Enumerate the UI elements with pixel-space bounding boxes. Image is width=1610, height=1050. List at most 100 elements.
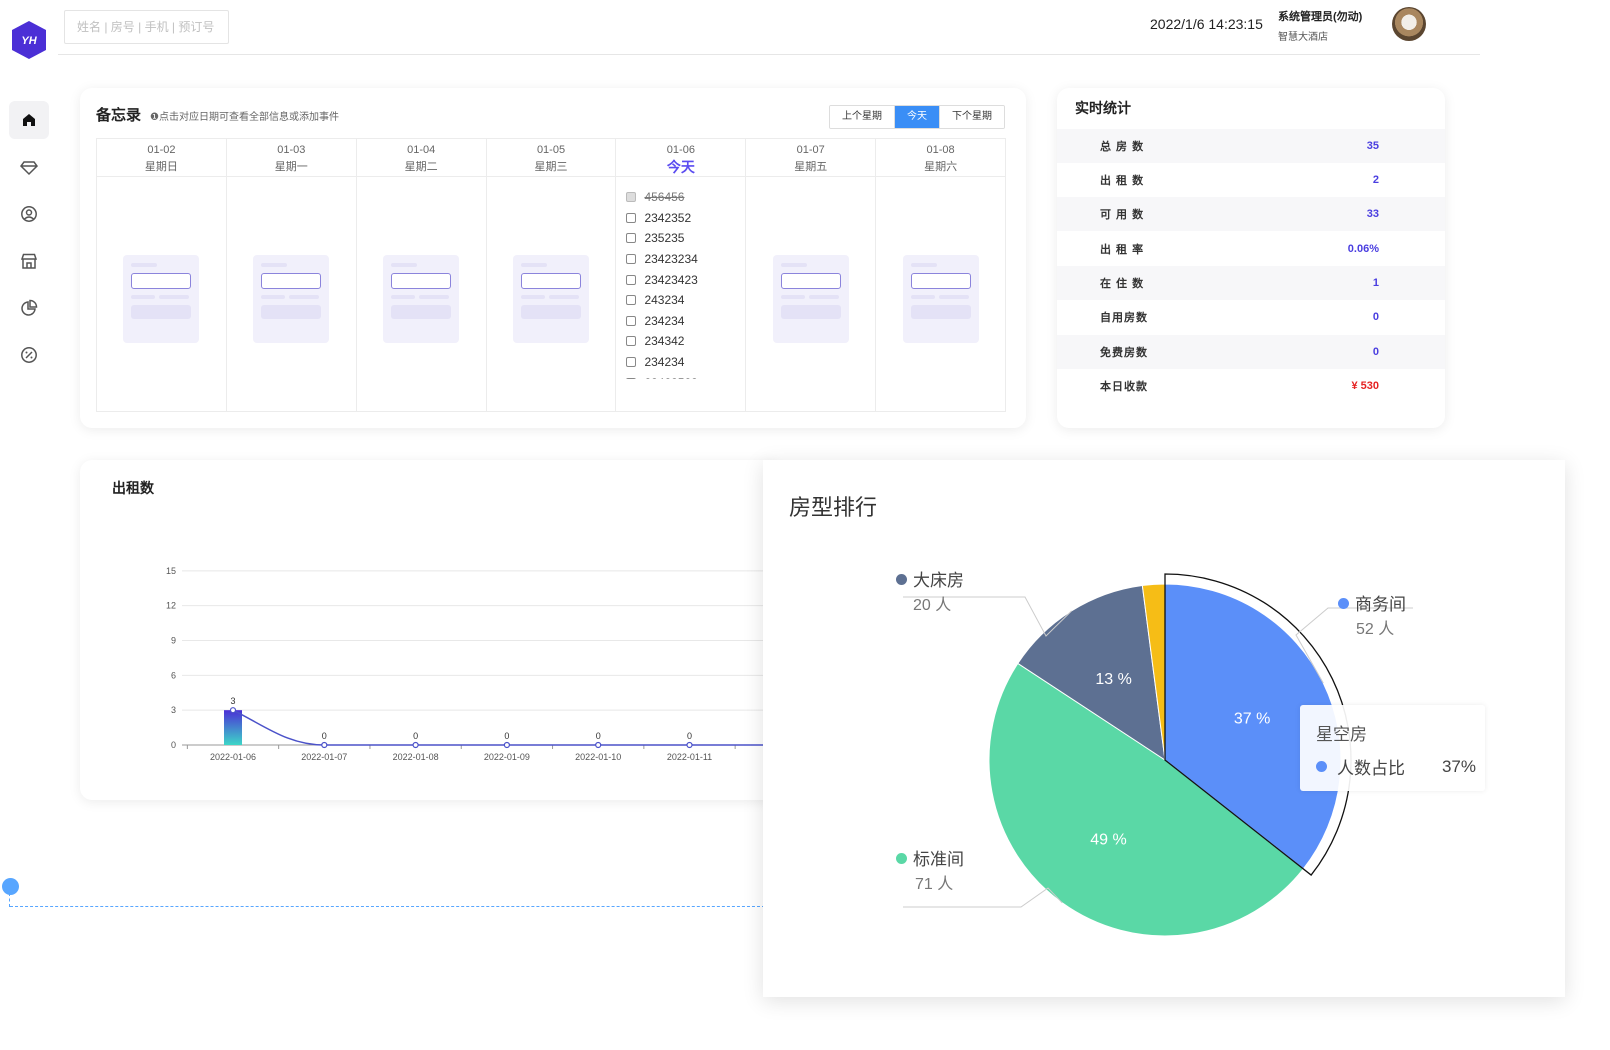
todo-checkbox[interactable]	[626, 336, 637, 347]
todo-item[interactable]: 243234	[626, 290, 741, 311]
stat-value: 1	[1372, 277, 1379, 290]
todo-checkbox[interactable]	[626, 315, 637, 326]
memo-day-column[interactable]: 01-03 星期一	[226, 139, 357, 411]
slice-count: 20 人	[913, 597, 952, 614]
memo-date: 01-05	[536, 144, 566, 156]
prev-week-button[interactable]: 上个星期	[830, 106, 895, 128]
y-tick-label: 9	[171, 636, 176, 646]
data-label: 0	[687, 731, 692, 741]
stat-label: 出 租 数	[1100, 175, 1145, 188]
todo-item[interactable]: 23423423	[626, 269, 741, 290]
connector-dot	[2, 878, 19, 895]
series-point	[321, 741, 328, 749]
x-tick-label: 2022-01-06	[210, 752, 256, 762]
bar	[224, 710, 242, 745]
memo-weekday: 星期三	[534, 161, 568, 173]
todo-text: 234234	[644, 355, 685, 370]
sidebar-item-discounts[interactable]	[9, 336, 49, 374]
memo-day-column-today[interactable]: 01-06 今天 456456 2342352 235235 23423234 2…	[616, 139, 747, 411]
todo-item[interactable]: 234234	[626, 352, 741, 373]
todo-list: 456456 2342352 235235 23423234 23423423 …	[626, 187, 741, 379]
today-button[interactable]: 今天	[895, 106, 940, 128]
todo-text: 456456	[644, 190, 685, 205]
series-point	[686, 741, 693, 749]
stat-value: 0	[1372, 346, 1379, 359]
data-label: 0	[413, 731, 418, 741]
empty-illustration	[383, 255, 460, 343]
stat-row: 出 租 率 0.06%	[1057, 232, 1445, 266]
x-tick-label: 2022-01-08	[393, 752, 439, 762]
todo-checkbox[interactable]	[626, 233, 637, 244]
memo-date: 01-03	[277, 144, 306, 156]
series-point	[412, 741, 419, 749]
y-tick-label: 12	[166, 601, 176, 611]
memo-date: 01-02	[147, 144, 176, 156]
diamond-icon	[20, 161, 38, 176]
store-icon	[20, 253, 38, 269]
todo-checkbox[interactable]	[626, 274, 637, 285]
slice-name: 大床房	[913, 571, 964, 590]
memo-day-column[interactable]: 01-02 星期日	[97, 139, 227, 411]
series-point	[595, 741, 602, 749]
todo-text: 23423234	[644, 252, 698, 267]
todo-checkbox[interactable]	[626, 357, 637, 368]
todo-item[interactable]: 234234	[626, 311, 741, 332]
logo-text: YH	[21, 35, 37, 47]
todo-text: 243234	[644, 293, 685, 308]
memo-date: 01-07	[796, 144, 825, 156]
pie-slice-label: 49 %	[1090, 832, 1126, 849]
pie-label-king: 大床房 20 人	[896, 566, 964, 615]
stat-row: 本日收款 ¥ 530	[1057, 369, 1445, 403]
todo-checkbox[interactable]	[626, 192, 637, 203]
todo-text: 23423523	[644, 376, 697, 379]
data-label: 0	[504, 731, 509, 741]
memo-day-column[interactable]: 01-05 星期三	[486, 139, 617, 411]
todo-checkbox[interactable]	[626, 212, 637, 223]
todo-item[interactable]: 235235	[626, 228, 741, 249]
memo-weekday: 星期一	[274, 161, 308, 173]
todo-item[interactable]: 234342	[626, 331, 741, 352]
stat-row: 可 用 数 33	[1057, 197, 1445, 232]
sidebar-item-store[interactable]	[9, 242, 49, 280]
user-name[interactable]: 系统管理员(勿动)	[1278, 8, 1362, 24]
stat-value: 0.06%	[1347, 243, 1379, 256]
memo-today-label: 今天	[666, 159, 695, 175]
todo-item[interactable]: 456456	[626, 187, 741, 208]
sidebar-item-home[interactable]	[9, 101, 49, 139]
todo-item[interactable]: 23423234	[626, 249, 741, 270]
header-divider	[58, 54, 1480, 55]
memo-day-column[interactable]: 01-08 星期六	[876, 139, 1006, 411]
todo-checkbox[interactable]	[626, 377, 637, 379]
tooltip-dot	[1316, 761, 1327, 772]
stat-label: 本日收款	[1100, 381, 1148, 394]
todo-checkbox[interactable]	[626, 254, 637, 265]
todo-item[interactable]: 2342352	[626, 208, 741, 229]
avatar[interactable]	[1392, 7, 1426, 41]
memo-date: 01-04	[407, 144, 436, 156]
sidebar-item-rooms[interactable]	[9, 148, 49, 186]
memo-day-column[interactable]: 01-04 星期二	[356, 139, 487, 411]
memo-weekday: 星期二	[404, 161, 438, 173]
pie-slice-label: 13 %	[1095, 671, 1131, 688]
todo-checkbox[interactable]	[626, 295, 637, 306]
empty-illustration	[902, 255, 979, 343]
sidebar-item-reports[interactable]	[9, 289, 49, 327]
slice-name: 商务间	[1355, 595, 1406, 614]
search-input[interactable]	[64, 10, 229, 44]
stat-value: 35	[1366, 140, 1379, 153]
memo-weekday: 星期五	[794, 161, 828, 173]
next-week-button[interactable]: 下个星期	[940, 106, 1004, 128]
empty-illustration	[772, 255, 849, 343]
user-circle-icon	[21, 206, 37, 222]
memo-date: 01-06	[666, 144, 695, 156]
empty-illustration	[253, 255, 330, 343]
stat-label: 出 租 率	[1100, 244, 1145, 257]
y-tick-label: 15	[166, 566, 176, 576]
empty-illustration	[123, 255, 200, 343]
sidebar-item-guests[interactable]	[9, 195, 49, 233]
x-tick-label: 2022-01-11	[667, 752, 712, 762]
todo-item[interactable]: 23423523	[626, 372, 741, 379]
memo-day-column[interactable]: 01-07 星期五	[746, 139, 877, 411]
rent-bar-chart: 0 3 6 9 12 15 18 2022-01-06 3 2022-01-07 0 2022-01-…	[166, 540, 780, 762]
data-label: 0	[596, 731, 601, 741]
